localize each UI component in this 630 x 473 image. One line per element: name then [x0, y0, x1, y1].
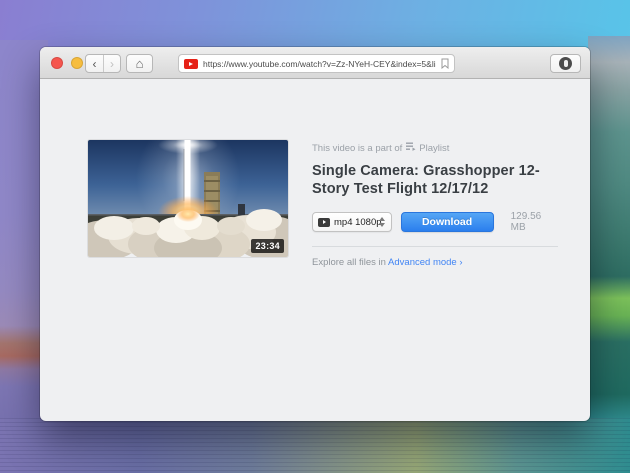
youtube-icon — [184, 59, 198, 69]
circle-badge-icon — [559, 57, 572, 70]
select-stepper-icon — [378, 213, 387, 231]
format-select-value: mp4 1080p — [334, 217, 382, 228]
playlist-link[interactable]: Playlist — [419, 143, 449, 154]
app-window: ‹ › ⌂ https://www.youtube.com/watch?v=Zz… — [40, 47, 590, 421]
explore-line: Explore all files in Advanced mode › — [312, 257, 558, 268]
video-info-column: This video is a part of Playlist Single … — [312, 142, 558, 268]
nav-buttons: ‹ › — [85, 54, 121, 73]
file-size: 129.56 MB — [511, 211, 558, 233]
minimize-button[interactable] — [71, 57, 83, 69]
video-file-icon — [318, 218, 330, 227]
home-icon: ⌂ — [136, 57, 144, 70]
video-thumbnail[interactable]: 23:34 — [88, 140, 288, 257]
download-button[interactable]: Download — [401, 212, 494, 232]
account-button[interactable] — [550, 54, 581, 73]
wallpaper-right-mountain — [588, 36, 630, 473]
wallpaper-lake — [0, 418, 630, 473]
bookmark-icon[interactable] — [441, 58, 449, 69]
playlist-icon — [406, 142, 416, 154]
playlist-note: This video is a part of Playlist — [312, 142, 558, 154]
explore-text: Explore all files in — [312, 257, 388, 268]
close-button[interactable] — [51, 57, 63, 69]
playlist-note-text: This video is a part of — [312, 143, 402, 154]
window-toolbar: ‹ › ⌂ https://www.youtube.com/watch?v=Zz… — [40, 47, 590, 79]
video-title: Single Camera: Grasshopper 12-Story Test… — [312, 163, 540, 198]
url-text: https://www.youtube.com/watch?v=Zz-NYeH-… — [203, 59, 436, 69]
forward-button[interactable]: › — [103, 55, 120, 72]
url-bar[interactable]: https://www.youtube.com/watch?v=Zz-NYeH-… — [178, 54, 455, 73]
home-button[interactable]: ⌂ — [126, 54, 153, 73]
divider — [312, 246, 558, 247]
format-select[interactable]: mp4 1080p — [312, 212, 392, 232]
duration-badge: 23:34 — [251, 239, 284, 253]
page-content: 23:34 This video is a part of Playlist S… — [40, 80, 590, 421]
format-row: mp4 1080p Download 129.56 MB — [312, 211, 558, 233]
back-button[interactable]: ‹ — [86, 55, 103, 72]
advanced-mode-link[interactable]: Advanced mode › — [388, 257, 462, 268]
